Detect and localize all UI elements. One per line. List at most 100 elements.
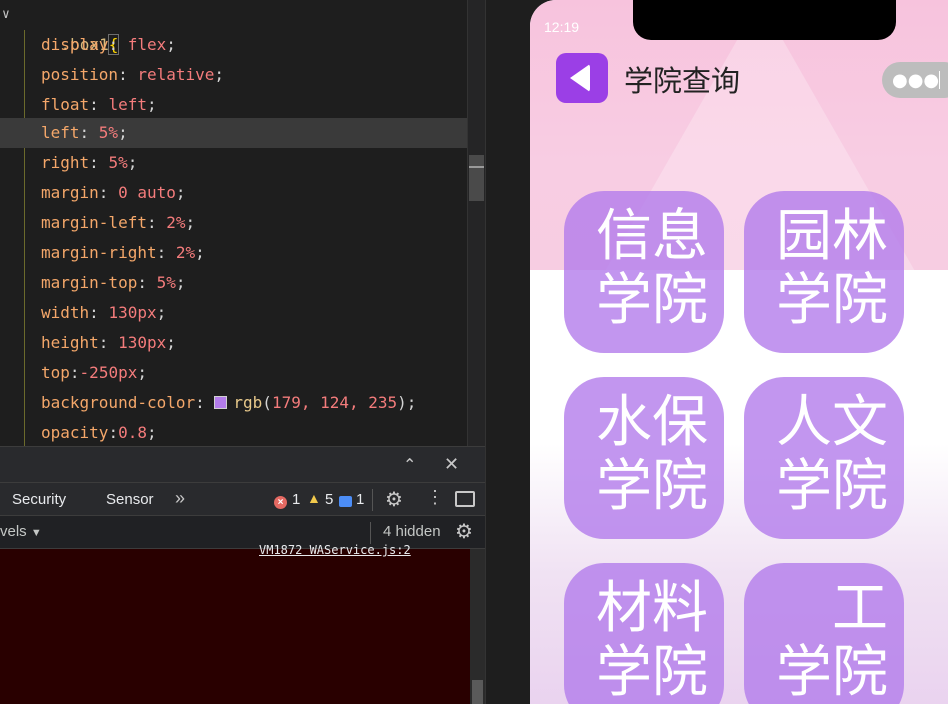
back-arrow-icon: [570, 64, 590, 92]
message-icon: [339, 494, 352, 511]
code-line[interactable]: margin-top: 5%;: [0, 268, 485, 298]
editor-scrollbar[interactable]: [467, 0, 485, 446]
css-property: left: [41, 123, 80, 142]
gear-icon[interactable]: ⚙: [455, 519, 473, 544]
console-filter-bar: vels ▼ 4 hidden ⚙: [0, 516, 485, 549]
log-levels-dropdown[interactable]: vels ▼: [0, 523, 42, 540]
phone-simulator: 12:19 学院查询 ●●● 信息 学院 园林 学院 水保 学院 人文 学院 材…: [530, 0, 948, 704]
css-property: margin: [41, 183, 99, 202]
tile-label-line1: 人文: [776, 390, 888, 455]
code-line[interactable]: margin-right: 2%;: [0, 238, 485, 268]
phone-notch: [633, 0, 896, 40]
menu-capsule[interactable]: ●●●: [882, 62, 948, 98]
college-tile-gong[interactable]: 工 学院: [744, 563, 904, 704]
css-property: right: [41, 153, 90, 172]
tile-label-line1: 水保: [596, 390, 708, 455]
tile-label-line2: 学院: [596, 640, 708, 704]
gear-icon[interactable]: ⚙: [385, 487, 403, 512]
console-output[interactable]: VM1872 WAService.js:2: [0, 543, 470, 704]
css-property: display: [41, 35, 109, 54]
college-tile-cailiao[interactable]: 材料 学院: [564, 563, 724, 704]
error-count[interactable]: 1: [292, 491, 300, 508]
message-count[interactable]: 1: [356, 491, 364, 508]
kebab-menu-icon[interactable]: ⋮: [426, 487, 444, 508]
divider: [372, 489, 373, 511]
code-line[interactable]: background-color: rgb(179, 124, 235);: [0, 388, 485, 418]
more-tabs-button[interactable]: »: [175, 488, 185, 509]
tile-label-line2: 学院: [596, 454, 708, 519]
tile-label-line2: 学院: [776, 454, 888, 519]
css-value: 130px: [108, 303, 157, 322]
code-line[interactable]: margin: 0 auto;: [0, 178, 485, 208]
css-property: opacity: [41, 423, 109, 442]
css-property: height: [41, 333, 99, 352]
color-swatch[interactable]: [214, 396, 228, 409]
college-tile-shuibao[interactable]: 水保 学院: [564, 377, 724, 539]
scrollbar-marker: [469, 166, 484, 168]
error-icon: ×: [274, 492, 287, 509]
css-property: margin-left: [41, 213, 147, 232]
warning-count[interactable]: 5: [325, 491, 333, 508]
devtools-tab-bar: Security Sensor » × 1 ▲ 5 1 ⚙ ⋮: [0, 482, 485, 516]
tile-label-line2: 学院: [776, 640, 888, 704]
css-property: margin-right: [41, 243, 157, 262]
css-value: left: [108, 95, 147, 114]
college-tile-yuanlin[interactable]: 园林 学院: [744, 191, 904, 353]
code-line[interactable]: float: left;: [0, 90, 485, 120]
caret-down-icon: ▼: [30, 527, 42, 539]
css-property: top: [41, 363, 70, 382]
css-value: flex: [127, 35, 167, 54]
code-line[interactable]: opacity:0.8;: [0, 418, 485, 446]
code-line[interactable]: margin-left: 2%;: [0, 208, 485, 238]
code-line[interactable]: top:-250px;: [0, 358, 485, 388]
source-link[interactable]: VM1872 WAService.js:2: [259, 543, 411, 557]
code-line[interactable]: display: flex;: [0, 30, 485, 60]
css-value: 2%: [166, 213, 186, 232]
css-value: relative: [137, 65, 215, 84]
tab-security[interactable]: Security: [12, 491, 66, 508]
css-value: 130px: [118, 333, 167, 352]
css-property: float: [41, 95, 90, 114]
code-editor[interactable]: ∨ .box1{ display: flex; position: relativ…: [0, 0, 485, 446]
css-value: 5%: [98, 123, 119, 142]
tab-sensor[interactable]: Sensor: [106, 491, 154, 508]
log-levels-label: vels: [0, 523, 27, 540]
css-property: background-color: [41, 393, 196, 412]
code-line[interactable]: position: relative;: [0, 60, 485, 90]
divider: [370, 522, 371, 544]
console-scrollbar-thumb[interactable]: [472, 680, 483, 704]
more-dots-icon[interactable]: ●●●: [892, 70, 939, 91]
chevron-up-icon[interactable]: ⌃: [403, 455, 416, 474]
css-property: margin-top: [41, 273, 138, 292]
status-time: 12:19: [544, 19, 580, 35]
css-value: 0 auto: [118, 183, 176, 202]
css-value: -250px: [79, 363, 138, 382]
css-value: 0.8: [118, 423, 147, 442]
tile-label-line1: 材料: [596, 576, 708, 641]
editor-scrollbar-thumb[interactable]: [469, 155, 484, 201]
css-property: width: [41, 303, 90, 322]
college-tile-renwen[interactable]: 人文 学院: [744, 377, 904, 539]
tile-label-line1: 园林: [776, 204, 888, 269]
hidden-count: 4 hidden: [383, 523, 441, 540]
tile-label-line1: 工: [832, 576, 888, 641]
tile-label-line1: 信息: [596, 204, 708, 269]
devtools-drawer-header: ⌃ ✕: [0, 446, 485, 482]
css-value: 5%: [108, 153, 128, 172]
tile-label-line2: 学院: [596, 268, 708, 333]
close-icon[interactable]: ✕: [444, 454, 459, 475]
code-line-highlighted[interactable]: left: 5%;: [0, 118, 485, 148]
undock-icon[interactable]: [455, 491, 475, 507]
css-value: 179, 124, 235: [271, 393, 398, 412]
college-tile-xinxi[interactable]: 信息 学院: [564, 191, 724, 353]
fold-chevron-icon[interactable]: ∨: [2, 0, 10, 30]
code-line[interactable]: height: 130px;: [0, 328, 485, 358]
css-value: 5%: [156, 273, 176, 292]
code-line[interactable]: right: 5%;: [0, 148, 485, 178]
code-line[interactable]: width: 130px;: [0, 298, 485, 328]
panel-divider[interactable]: [485, 0, 530, 704]
back-button[interactable]: [556, 53, 608, 103]
capsule-divider: [939, 71, 940, 89]
warning-icon: ▲: [307, 490, 321, 506]
code-line-selector[interactable]: ∨ .box1{: [0, 0, 485, 55]
